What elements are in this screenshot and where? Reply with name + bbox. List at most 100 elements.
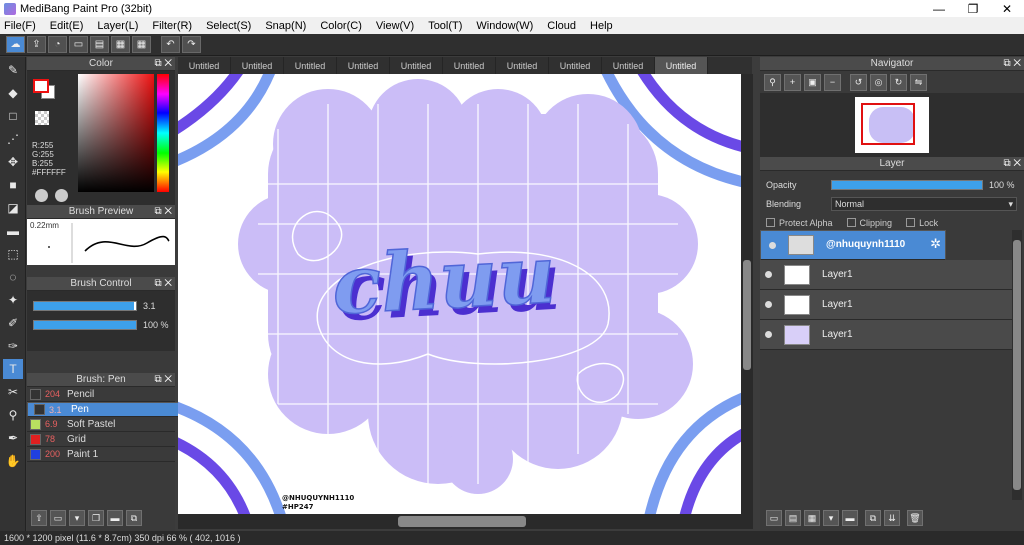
- select-eraser-tool-icon[interactable]: ✑: [3, 336, 23, 356]
- zoom-out-icon[interactable]: −: [824, 73, 841, 91]
- brush-menu-icon[interactable]: ▾: [69, 510, 85, 526]
- panel-close-icon[interactable]: ⧉ ✕: [154, 373, 172, 387]
- panel-close-icon[interactable]: ⧉ ✕: [154, 57, 172, 71]
- redo-icon[interactable]: ↷: [182, 36, 201, 53]
- divide-tool-icon[interactable]: ✂: [3, 382, 23, 402]
- select-pen-tool-icon[interactable]: ✐: [3, 313, 23, 333]
- panel-close-icon[interactable]: ⧉ ✕: [154, 277, 172, 291]
- protect-alpha-checkbox[interactable]: Protect Alpha: [766, 218, 833, 228]
- lasso-tool-icon[interactable]: ◌: [3, 267, 23, 287]
- menu-tool[interactable]: Tool(T): [428, 20, 462, 32]
- fill-rect-tool-icon[interactable]: ■: [3, 175, 23, 195]
- brush-opacity-slider[interactable]: [33, 320, 137, 330]
- swap-color-icon[interactable]: [55, 189, 68, 202]
- menu-snap[interactable]: Snap(N): [265, 20, 306, 32]
- menu-help[interactable]: Help: [590, 20, 613, 32]
- saturation-value-picker[interactable]: [78, 74, 154, 192]
- add-brush-icon[interactable]: ⇧: [31, 510, 47, 526]
- minimize-button[interactable]: —: [922, 0, 956, 17]
- new-halftone-layer-icon[interactable]: ▤: [785, 510, 801, 526]
- brush-size-slider[interactable]: [33, 301, 137, 311]
- brush-item-pencil[interactable]: 204 Pencil: [27, 387, 175, 402]
- panel-icon[interactable]: ▤: [90, 36, 109, 53]
- menu-view[interactable]: View(V): [376, 20, 414, 32]
- tab-untitled-active[interactable]: Untitled: [655, 57, 708, 74]
- comment-icon[interactable]: ◔: [48, 36, 67, 53]
- gear-icon[interactable]: ✲: [930, 237, 941, 250]
- eraser-tool-icon[interactable]: ◆: [3, 83, 23, 103]
- undo-icon[interactable]: ↶: [161, 36, 180, 53]
- rotate-right-icon[interactable]: ↻: [890, 73, 907, 91]
- vertical-scroll-thumb[interactable]: [743, 260, 751, 370]
- move-tool-icon[interactable]: ✥: [3, 152, 23, 172]
- menu-layer[interactable]: Layer(L): [97, 20, 138, 32]
- magic-wand-tool-icon[interactable]: ✦: [3, 290, 23, 310]
- brush-tool-icon[interactable]: ✎: [3, 60, 23, 80]
- flip-icon[interactable]: ⇋: [910, 73, 927, 91]
- brush-item-grid[interactable]: 78 Grid: [27, 432, 175, 447]
- clipping-checkbox[interactable]: Clipping: [846, 218, 892, 228]
- foreground-color-swatch[interactable]: [33, 79, 49, 93]
- layer-scroll-thumb[interactable]: [1013, 240, 1021, 490]
- new-brush-icon[interactable]: ▭: [50, 510, 66, 526]
- view-rectangle[interactable]: [861, 103, 915, 145]
- lock-checkbox[interactable]: Lock: [906, 218, 938, 228]
- tab-untitled[interactable]: Untitled: [178, 57, 231, 74]
- text-tool-icon[interactable]: T: [3, 359, 23, 379]
- menu-color[interactable]: Color(C): [320, 20, 362, 32]
- new-8bit-layer-icon[interactable]: ▦: [804, 510, 820, 526]
- layer-row[interactable]: @nhuquynh1110 ✲: [760, 230, 946, 260]
- brush-item-paint-1[interactable]: 200 Paint 1: [27, 447, 175, 462]
- zoom-icon[interactable]: ⚲: [764, 73, 781, 91]
- navigator-preview[interactable]: [760, 93, 1024, 157]
- rotate-left-icon[interactable]: ↺: [850, 73, 867, 91]
- add-layer-menu-icon[interactable]: ▾: [823, 510, 839, 526]
- menu-cloud[interactable]: Cloud: [547, 20, 576, 32]
- layer-opacity-slider[interactable]: [831, 179, 983, 190]
- bucket-tool-icon[interactable]: ◪: [3, 198, 23, 218]
- canvas-vertical-scrollbar[interactable]: [741, 74, 753, 514]
- layout-icon[interactable]: ▦: [111, 36, 130, 53]
- menu-edit[interactable]: Edit(E): [50, 20, 84, 32]
- panel-close-icon[interactable]: ⧉ ✕: [1003, 57, 1021, 71]
- blending-select[interactable]: Normal ▾: [831, 196, 1017, 211]
- canvas-horizontal-scrollbar[interactable]: [178, 514, 753, 529]
- duplicate-icon[interactable]: ⧉: [126, 510, 142, 526]
- layer-row[interactable]: Layer1: [760, 260, 1012, 290]
- tab-untitled[interactable]: Untitled: [496, 57, 549, 74]
- fit-icon[interactable]: ▣: [804, 73, 821, 91]
- trash-icon[interactable]: 🗑: [907, 510, 923, 526]
- tab-untitled[interactable]: Untitled: [443, 57, 496, 74]
- tab-untitled[interactable]: Untitled: [390, 57, 443, 74]
- layer-row[interactable]: Layer1: [760, 320, 1012, 350]
- zoom-in-icon[interactable]: +: [784, 73, 801, 91]
- visibility-icon[interactable]: [765, 301, 772, 308]
- tab-untitled[interactable]: Untitled: [337, 57, 390, 74]
- visibility-icon[interactable]: [769, 241, 776, 249]
- upload-icon[interactable]: ⇪: [27, 36, 46, 53]
- menu-select[interactable]: Select(S): [206, 20, 251, 32]
- menu-window[interactable]: Window(W): [476, 20, 533, 32]
- menu-file[interactable]: File(F): [4, 20, 36, 32]
- maximize-button[interactable]: ❐: [956, 0, 990, 17]
- horizontal-scroll-thumb[interactable]: [398, 516, 526, 527]
- palette-icon[interactable]: [35, 189, 48, 202]
- brush-item-soft-pastel[interactable]: 6.9 Soft Pastel: [27, 417, 175, 432]
- merge-layer-icon[interactable]: ⇊: [884, 510, 900, 526]
- visibility-icon[interactable]: [765, 271, 772, 278]
- copy-brush-icon[interactable]: ❐: [88, 510, 104, 526]
- gradient-tool-icon[interactable]: ▬: [3, 221, 23, 241]
- grid-icon[interactable]: ▦: [132, 36, 151, 53]
- panel-close-icon[interactable]: ⧉ ✕: [1003, 157, 1021, 171]
- tab-untitled[interactable]: Untitled: [284, 57, 337, 74]
- dot-tool-icon[interactable]: ⋰: [3, 129, 23, 149]
- tab-untitled[interactable]: Untitled: [549, 57, 602, 74]
- visibility-icon[interactable]: [765, 331, 772, 338]
- rectangle-tool-icon[interactable]: □: [3, 106, 23, 126]
- layer-scrollbar[interactable]: [1012, 230, 1022, 500]
- eyedropper-tool-icon[interactable]: ⚲: [3, 405, 23, 425]
- transparent-swatch[interactable]: [35, 111, 49, 125]
- pen-tool-icon[interactable]: ✒: [3, 428, 23, 448]
- cloud-icon[interactable]: ☁: [6, 36, 25, 53]
- hue-slider[interactable]: [157, 74, 169, 192]
